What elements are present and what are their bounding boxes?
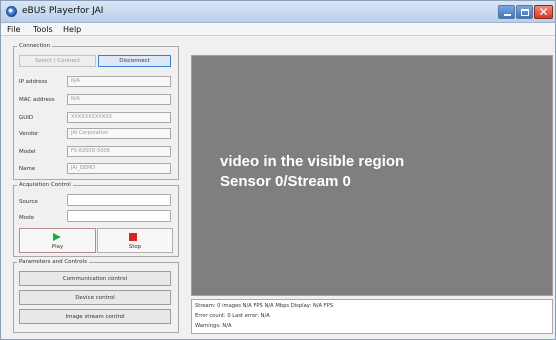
title-bar[interactable]: eBUS Playerfor JAI ✕ [1,1,555,23]
mode-select[interactable] [67,210,171,222]
error-status: Error count: 0 Last error: N/A [195,313,270,319]
connection-group-label: Connection [17,43,53,49]
source-select[interactable] [67,194,171,206]
communication-control-button[interactable]: Communication control [19,271,171,286]
ip-address-field: N/A [67,76,171,87]
close-icon: ✕ [538,5,549,19]
device-control-button[interactable]: Device control [19,290,171,305]
play-label: Play [51,244,64,250]
app-logo-icon [6,6,17,17]
model-label: Model [19,149,36,155]
maximize-icon [521,9,529,16]
video-caption-line1: video in the visible region [220,153,405,170]
stop-button[interactable]: Stop [97,228,173,253]
menu-tools[interactable]: Tools [33,25,53,34]
acquisition-group-label: Acquisition Control [17,182,73,188]
image-stream-control-button[interactable]: Image stream control [19,309,171,324]
mode-label: Mode [19,215,34,221]
guid-label: GUID [19,115,34,121]
app-window: eBUS Playerfor JAI ✕ File Tools Help Con… [0,0,556,340]
stream-status: Stream: 0 images N/A FPS N/A Mbps Displa… [195,303,334,309]
stop-label: Stop [128,244,142,250]
select-connect-button[interactable]: Select / Connect [19,55,96,67]
disconnect-button[interactable]: Disconnect [98,55,171,67]
minimize-icon [504,14,511,16]
name-field: JAI_DEMO [67,163,171,174]
vendor-label: Vendor [19,131,39,137]
mac-address-field: N/A [67,94,171,105]
menu-help[interactable]: Help [63,25,81,34]
maximize-button[interactable] [516,5,533,19]
parameters-group-label: Parameters and Controls [17,259,90,265]
menu-bar: File Tools Help [1,23,555,36]
video-caption-line2: Sensor 0/Stream 0 [220,173,351,190]
close-button[interactable]: ✕ [534,5,553,19]
video-display[interactable]: video in the visible region Sensor 0/Str… [191,55,553,296]
stop-icon [129,233,137,241]
warnings-status: Warnings: N/A [195,323,232,329]
model-field: FS-8200D-S008 [67,146,171,157]
play-button[interactable]: Play [19,228,96,253]
source-label: Source [19,199,38,205]
mac-address-label: MAC address [19,97,55,103]
guid-field: XXXXXXXXXXXX [67,112,171,123]
ip-address-label: IP address [19,79,48,85]
name-label: Name [19,166,36,172]
status-panel: Stream: 0 images N/A FPS N/A Mbps Displa… [191,299,553,334]
play-icon [53,233,61,241]
menu-file[interactable]: File [7,25,20,34]
minimize-button[interactable] [498,5,515,19]
vendor-field: JAI Corporation [67,128,171,139]
window-title: eBUS Playerfor JAI [22,6,104,16]
